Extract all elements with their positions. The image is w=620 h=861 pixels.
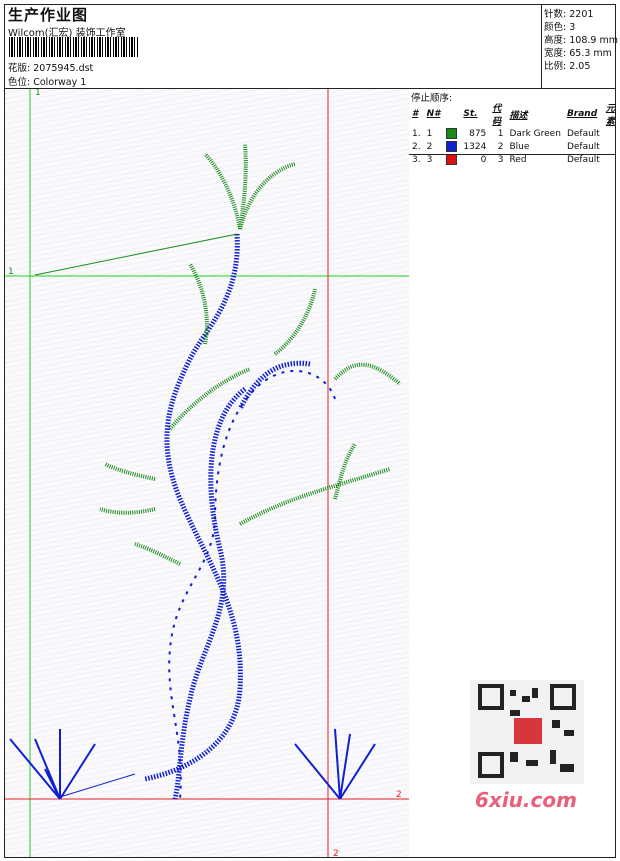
jump-stitch: [34, 233, 238, 276]
design-canvas: 1 1 2 2: [5, 88, 409, 859]
guide-label: 2: [333, 849, 339, 857]
guide-label: 2: [396, 790, 402, 800]
design-file: 2075945.dst: [33, 63, 94, 74]
guide-label: 1: [35, 89, 41, 98]
colorway-row: 色位: Colorway 1: [8, 74, 86, 88]
blue-stems: [144, 233, 311, 800]
height-row: 高度: 108.9 mm: [544, 35, 618, 46]
width-row: 宽度: 65.3 mm: [544, 48, 612, 59]
table-header-row: # N# St. 代码 描述 Brand 元素: [412, 104, 615, 127]
green-leaves: [99, 143, 402, 566]
design-file-label: 花版:: [8, 63, 31, 74]
color-swatch: [446, 128, 458, 139]
scale-row: 比例: 2.05: [544, 61, 591, 72]
embroidery-preview: 1 1 2 2: [5, 88, 409, 859]
jump-stitch: [59, 773, 136, 798]
blue-dotted-stem: [168, 370, 336, 800]
color-swatch: [446, 141, 458, 152]
table-row: 2. 2 1324 2 Blue Default: [412, 141, 600, 152]
colors-row: 颜色: 3: [544, 22, 576, 33]
table-row: 1. 1 875 1 Dark Green Default: [412, 128, 600, 139]
page-title: 生产作业图: [8, 6, 89, 24]
design-file-row: 花版: 2075945.dst: [8, 60, 93, 74]
info-divider: [541, 4, 542, 88]
guide-label: 1: [8, 267, 14, 277]
colorway-label: 色位:: [8, 77, 31, 88]
stop-sequence-table: # N# St. 代码 描述 Brand 元素 1. 1 875 1 Dark Gr…: [409, 101, 620, 166]
qr-code: [470, 680, 584, 784]
colorway: Colorway 1: [33, 77, 87, 88]
color-swatch: [446, 154, 458, 165]
stitches-row: 针数: 2201: [544, 9, 594, 20]
table-bottom-rule: [409, 154, 616, 155]
watermark-logo: 6xiu.com: [475, 788, 577, 812]
barcode: [9, 37, 139, 57]
